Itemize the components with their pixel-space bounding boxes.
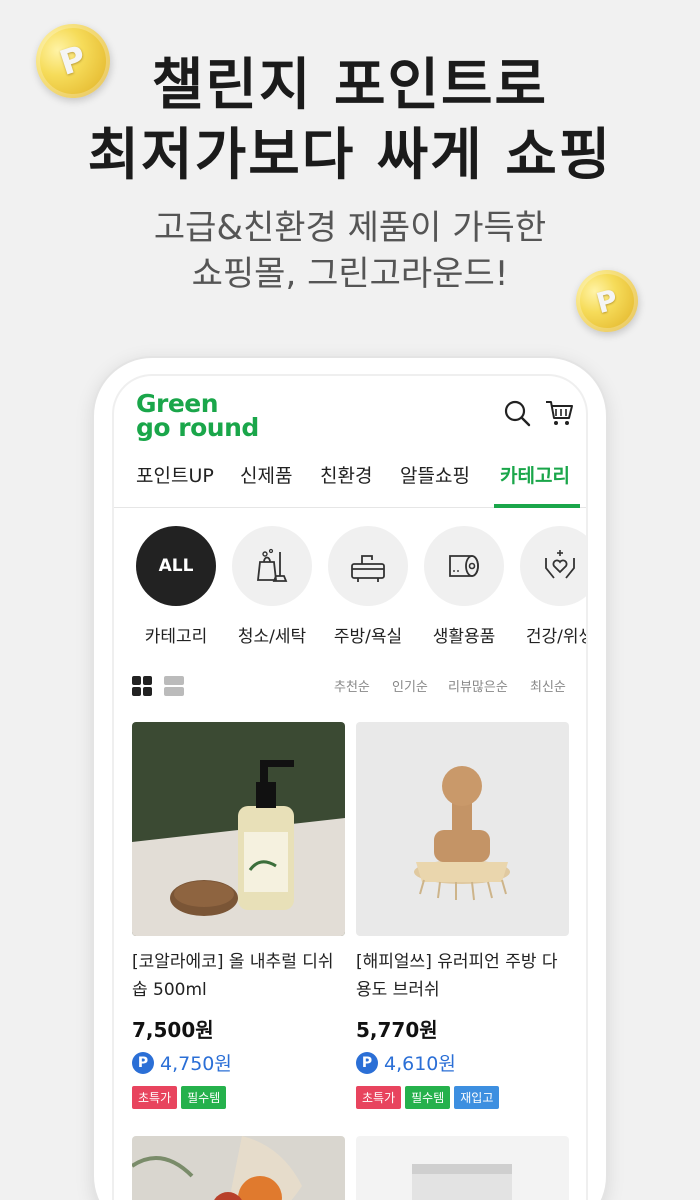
health-hands-icon xyxy=(545,550,575,579)
tag-badge: 필수템 xyxy=(181,1086,227,1109)
sort-recommended[interactable]: 추천순 xyxy=(334,676,370,695)
product-card[interactable]: [해피얼쓰] 유러피언 주방 다용도 브러쉬 5,770원 P 4,610원 초… xyxy=(356,722,569,1109)
category-tabs: 포인트UP 신제품 친환경 알뜰쇼핑 카테고리 xyxy=(114,458,586,508)
product-name: [해피얼쓰] 유러피언 주방 다용도 브러쉬 xyxy=(356,952,558,1000)
app-screen: Green go round 포인트UP 신제품 친환경 알뜰쇼핑 카테고리 A… xyxy=(112,374,588,1200)
cleaning-icon xyxy=(256,548,288,582)
category-label: 카테고리 xyxy=(144,627,208,647)
tab-bargain[interactable]: 알뜰쇼핑 xyxy=(400,458,470,508)
product-image[interactable] xyxy=(356,1136,569,1200)
search-icon[interactable] xyxy=(502,398,532,428)
promo-subtitle: 고급&친환경 제품이 가득한 xyxy=(153,208,547,248)
product-point-price: P 4,750원 xyxy=(132,1049,345,1076)
category-label: 건강/위생 xyxy=(525,627,588,647)
sort-newest[interactable]: 최신순 xyxy=(530,676,566,695)
point-icon: P xyxy=(356,1051,378,1074)
cart-icon[interactable] xyxy=(544,398,574,428)
product-price: 5,770원 xyxy=(356,1018,438,1042)
grid-view-icon[interactable] xyxy=(132,676,152,696)
category-item-all[interactable]: ALL 카테고리 xyxy=(128,526,224,647)
product-image[interactable] xyxy=(132,1136,345,1200)
tag-badge: 초특가 xyxy=(356,1086,402,1109)
category-item-cleaning[interactable]: 청소/세탁 xyxy=(224,526,320,647)
toilet-paper-icon xyxy=(449,555,479,577)
tag-badge: 초특가 xyxy=(132,1086,178,1109)
list-view-icon[interactable] xyxy=(164,676,184,696)
app-logo[interactable]: Green go round xyxy=(136,391,259,440)
product-price: 7,500원 xyxy=(132,1018,214,1042)
product-card[interactable]: [코알라에코] 올 내추럴 디쉬솝 500ml 7,500원 P 4,750원 … xyxy=(132,722,345,1109)
tag-badge: 필수템 xyxy=(405,1086,451,1109)
all-icon: ALL xyxy=(136,526,216,606)
category-item-kitchen[interactable]: 주방/욕실 xyxy=(320,526,416,647)
tab-eco[interactable]: 친환경 xyxy=(320,458,372,508)
promo-subtitle: 쇼핑몰, 그린고라운드! xyxy=(191,254,509,294)
kitchen-sink-icon xyxy=(351,555,385,582)
tag-badge: 재입고 xyxy=(454,1086,500,1109)
category-label: 청소/세탁 xyxy=(237,627,307,647)
tab-point-up[interactable]: 포인트UP xyxy=(136,458,214,508)
product-image[interactable] xyxy=(132,722,345,936)
promo-headline: 챌린지 포인트로 xyxy=(151,53,549,118)
point-price-value: 4,750원 xyxy=(160,1053,232,1075)
category-item-living[interactable]: 생활용품 xyxy=(416,526,512,647)
category-label: 주방/욕실 xyxy=(333,627,403,647)
sort-popular[interactable]: 인기순 xyxy=(392,676,428,695)
tab-category[interactable]: 카테고리 xyxy=(494,458,580,508)
product-image[interactable] xyxy=(356,722,569,936)
category-item-health[interactable]: 건강/위생 xyxy=(512,526,588,647)
product-tags: 초특가 필수템 재입고 xyxy=(356,1086,569,1109)
sort-most-reviews[interactable]: 리뷰많은순 xyxy=(448,676,508,695)
point-icon: P xyxy=(132,1051,154,1074)
tab-new[interactable]: 신제품 xyxy=(240,458,292,508)
promo-headline: 최저가보다 싸게 쇼핑 xyxy=(87,123,613,188)
product-name: [코알라에코] 올 내추럴 디쉬솝 500ml xyxy=(132,952,334,1000)
product-tags: 초특가 필수템 xyxy=(132,1086,345,1109)
product-point-price: P 4,610원 xyxy=(356,1049,569,1076)
point-price-value: 4,610원 xyxy=(384,1053,456,1075)
category-label: 생활용품 xyxy=(432,627,496,647)
